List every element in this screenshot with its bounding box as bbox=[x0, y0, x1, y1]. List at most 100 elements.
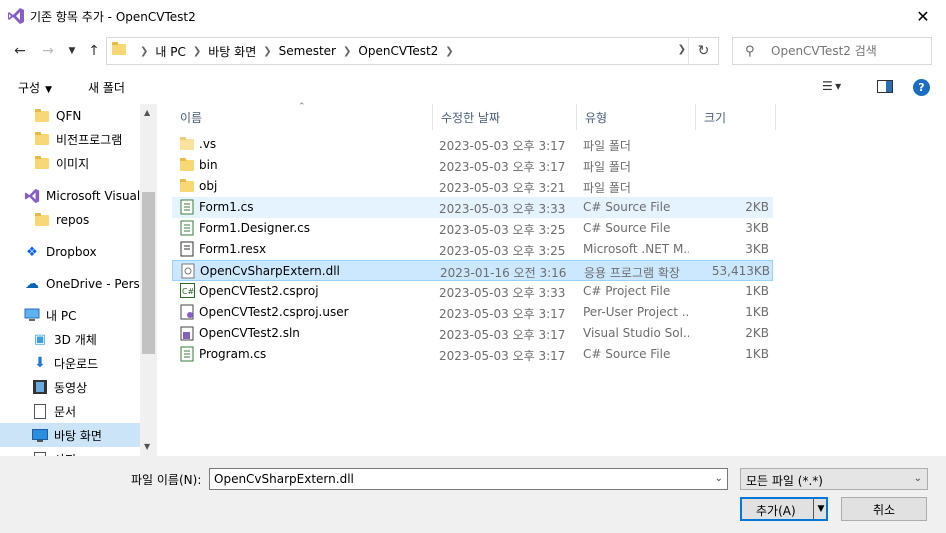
nav-item-label: repos bbox=[56, 213, 90, 227]
file-row[interactable]: OpenCvSharpExtern.dll 2023-01-16 오전 3:16… bbox=[172, 260, 773, 281]
breadcrumb-item[interactable]: Semester bbox=[279, 44, 336, 58]
folder-icon bbox=[112, 42, 126, 55]
nav-item-desktop[interactable]: 바탕 화면 bbox=[0, 423, 140, 447]
chevron-right-icon[interactable]: ❯ bbox=[263, 46, 271, 57]
file-name: OpenCvSharpExtern.dll bbox=[200, 264, 340, 278]
nav-item-label: OneDrive - Person bbox=[46, 277, 140, 291]
nav-item-qfn[interactable]: QFN bbox=[0, 104, 140, 128]
file-type: C# Source File bbox=[583, 347, 671, 361]
file-row[interactable]: Program.cs 2023-05-03 오후 3:17 C# Source … bbox=[172, 344, 773, 365]
up-arrow-icon[interactable]: ↑ bbox=[84, 41, 104, 61]
nav-item-label: 3D 개체 bbox=[54, 332, 97, 347]
file-row[interactable]: .vs 2023-05-03 오후 3:17 파일 폴더 bbox=[172, 134, 773, 155]
split-dropdown-icon[interactable]: ▼ bbox=[813, 499, 828, 519]
folder-icon bbox=[180, 157, 196, 173]
file-date: 2023-05-03 오후 3:17 bbox=[439, 328, 566, 342]
folder-icon bbox=[34, 108, 50, 124]
chevron-right-icon[interactable]: ❯ bbox=[343, 46, 351, 57]
preview-pane-icon[interactable] bbox=[877, 80, 893, 93]
file-row[interactable]: Form1.cs 2023-05-03 오후 3:33 C# Source Fi… bbox=[172, 197, 773, 218]
file-row[interactable]: OpenCVTest2.csproj.user 2023-05-03 오후 3:… bbox=[172, 302, 773, 323]
nav-item-label: 문서 bbox=[54, 404, 77, 419]
file-type: C# Source File bbox=[583, 221, 671, 235]
file-size: 3KB bbox=[745, 242, 769, 256]
nav-item-documents[interactable]: 문서 bbox=[0, 399, 140, 423]
column-header-date[interactable]: 수정한 날짜 bbox=[433, 104, 577, 130]
back-arrow-icon[interactable]: ← bbox=[10, 41, 30, 61]
chevron-down-icon[interactable]: ▼ bbox=[144, 442, 150, 451]
nav-item-microsoft-visual-studio[interactable]: Microsoft Visual S bbox=[0, 184, 140, 208]
nav-item-3d-objects[interactable]: ▣ 3D 개체 bbox=[0, 327, 140, 351]
chevron-right-icon[interactable]: ❯ bbox=[140, 46, 148, 57]
nav-item-label: 바탕 화면 bbox=[54, 428, 102, 443]
nav-scrollbar[interactable]: ▲ ▼ bbox=[140, 104, 157, 456]
chevron-down-icon[interactable]: ⌄ bbox=[715, 473, 723, 484]
file-size: 1KB bbox=[745, 284, 769, 298]
file-name: Program.cs bbox=[199, 347, 267, 361]
file-type: 응용 프로그램 확장 bbox=[584, 266, 680, 280]
download-icon: ⬇ bbox=[34, 355, 46, 371]
address-bar[interactable]: ❯ 내 PC ❯ 바탕 화면 ❯ Semester ❯ OpenCVTest2 … bbox=[106, 37, 719, 65]
add-button[interactable]: 추가(A) ▼ bbox=[740, 497, 828, 521]
nav-item-vision-program[interactable]: 비전프로그램 bbox=[0, 127, 140, 151]
nav-item-downloads[interactable]: ⬇ 다운로드 bbox=[0, 351, 140, 375]
video-icon bbox=[32, 379, 48, 395]
file-name: bin bbox=[199, 158, 218, 172]
breadcrumb-item[interactable]: OpenCVTest2 bbox=[358, 44, 438, 58]
column-header-type[interactable]: 유형 bbox=[577, 104, 696, 130]
file-row[interactable]: Form1.resx 2023-05-03 오후 3:25 Microsoft … bbox=[172, 239, 773, 260]
column-header-size[interactable]: 크기 bbox=[696, 104, 776, 130]
navigation-pane: QFN 비전프로그램 이미지 Microsoft Visual S repos … bbox=[0, 104, 157, 456]
refresh-icon[interactable]: ↻ bbox=[688, 38, 718, 64]
breadcrumb-item[interactable]: 바탕 화면 bbox=[208, 43, 256, 60]
recent-locations-chevron-icon[interactable]: ▼ bbox=[62, 41, 82, 61]
scrollbar-thumb[interactable] bbox=[142, 192, 155, 354]
resx-file-icon bbox=[180, 241, 196, 257]
forward-arrow-icon[interactable]: → bbox=[38, 41, 58, 61]
file-name: Form1.Designer.cs bbox=[199, 221, 310, 235]
3d-objects-icon: ▣ bbox=[33, 331, 47, 347]
address-row: ← → ▼ ↑ ❯ 내 PC ❯ 바탕 화면 ❯ Semester ❯ Open… bbox=[0, 32, 946, 70]
nav-item-label: 동영상 bbox=[54, 380, 88, 395]
file-row[interactable]: Form1.Designer.cs 2023-05-03 오후 3:25 C# … bbox=[172, 218, 773, 239]
file-date: 2023-05-03 오후 3:17 bbox=[439, 349, 566, 363]
file-type: 파일 폴더 bbox=[583, 160, 631, 174]
file-type: C# Source File bbox=[583, 200, 671, 214]
filetype-select[interactable]: 모든 파일 (*.*) ⌄ bbox=[740, 468, 928, 490]
organize-label: 구성 bbox=[18, 81, 41, 95]
nav-item-videos[interactable]: 동영상 bbox=[0, 375, 140, 399]
chevron-down-icon[interactable]: ❯ bbox=[678, 44, 686, 55]
file-row[interactable]: obj 2023-05-03 오후 3:21 파일 폴더 bbox=[172, 176, 773, 197]
search-box[interactable]: ⚲ bbox=[732, 37, 932, 65]
search-input[interactable] bbox=[771, 42, 921, 60]
nav-item-dropbox[interactable]: ❖ Dropbox bbox=[0, 240, 140, 264]
filename-label: 파일 이름(N): bbox=[131, 473, 202, 487]
new-folder-button[interactable]: 새 폴더 bbox=[88, 79, 125, 96]
nav-item-onedrive[interactable]: ☁ OneDrive - Person bbox=[0, 272, 140, 296]
nav-item-repos[interactable]: repos bbox=[0, 208, 140, 232]
organize-button[interactable]: 구성 ▼ bbox=[18, 79, 52, 96]
desktop-icon bbox=[32, 427, 48, 443]
close-icon[interactable]: ✕ bbox=[900, 0, 946, 32]
column-header-name[interactable]: 이름 bbox=[172, 104, 433, 130]
file-list: ⌃ 이름 수정한 날짜 유형 크기 .vs 2023-05-03 오후 3:17… bbox=[160, 102, 946, 456]
file-size: 2KB bbox=[745, 326, 769, 340]
csproj-file-icon: C# bbox=[180, 283, 196, 299]
help-icon[interactable]: ? bbox=[913, 79, 930, 96]
file-row[interactable]: C# OpenCVTest2.csproj 2023-05-03 오후 3:33… bbox=[172, 281, 773, 302]
file-type: Microsoft .NET M... bbox=[583, 242, 689, 256]
nav-item-this-pc[interactable]: 내 PC bbox=[0, 303, 140, 327]
cancel-button[interactable]: 취소 bbox=[841, 497, 927, 521]
file-row[interactable]: bin 2023-05-03 오후 3:17 파일 폴더 bbox=[172, 155, 773, 176]
view-options-icon[interactable]: ☰ ▾ bbox=[822, 79, 841, 93]
chevron-right-icon[interactable]: ❯ bbox=[193, 46, 201, 57]
chevron-up-icon[interactable]: ▲ bbox=[144, 108, 150, 117]
chevron-right-icon[interactable]: ❯ bbox=[445, 46, 453, 57]
nav-item-pictures[interactable]: 사진 bbox=[0, 447, 140, 456]
nav-item-images[interactable]: 이미지 bbox=[0, 151, 140, 175]
filename-field[interactable]: OpenCvSharpExtern.dll ⌄ bbox=[209, 468, 728, 490]
breadcrumb-item[interactable]: 내 PC bbox=[155, 43, 185, 60]
file-date: 2023-05-03 오후 3:33 bbox=[439, 286, 566, 300]
file-size: 1KB bbox=[745, 347, 769, 361]
file-row[interactable]: OpenCVTest2.sln 2023-05-03 오후 3:17 Visua… bbox=[172, 323, 773, 344]
